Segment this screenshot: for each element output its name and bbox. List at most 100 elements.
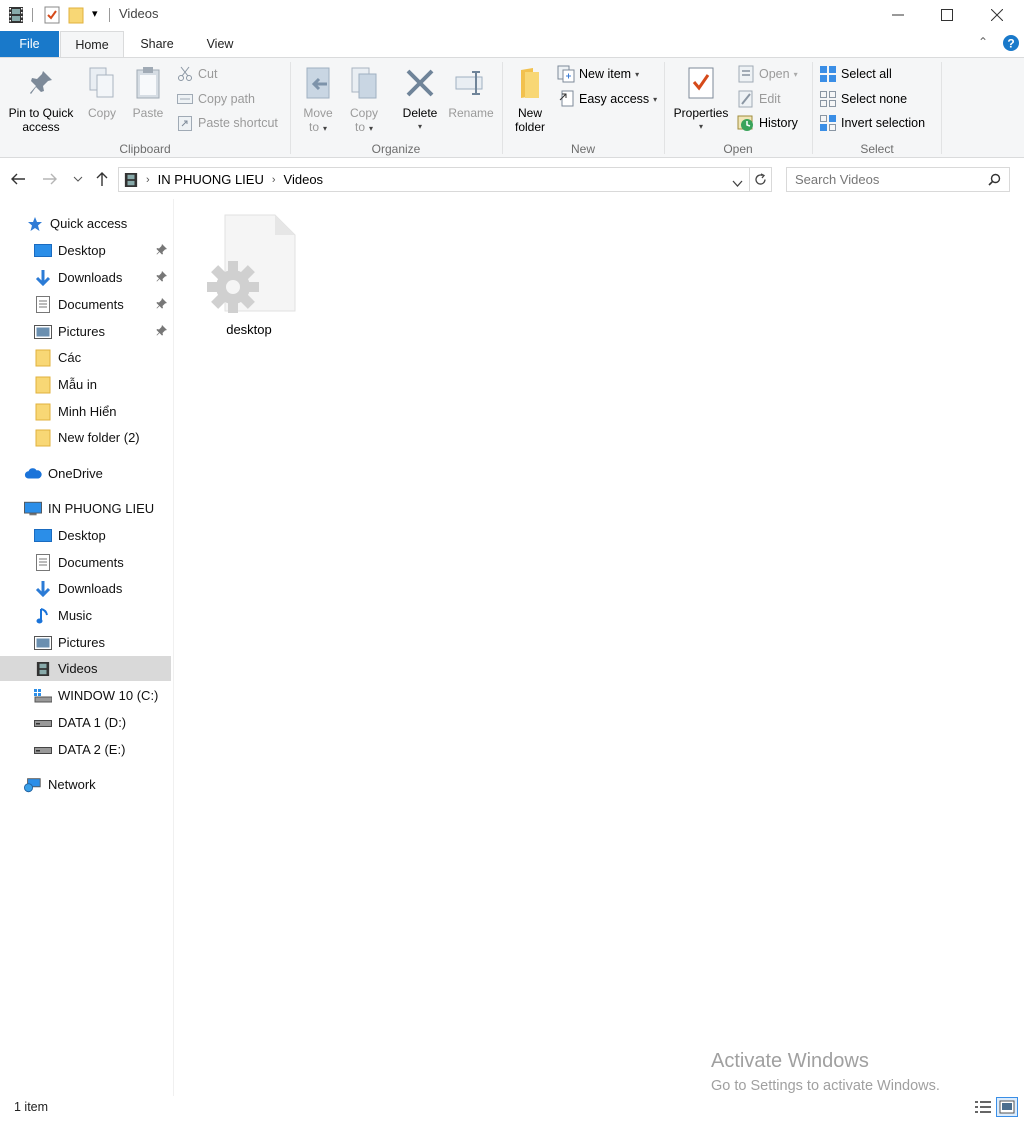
activate-windows-watermark-subtitle: Go to Settings to activate Windows. [711,1078,940,1094]
paste-shortcut-button[interactable]: Paste shortcut [176,113,278,133]
sidebar-item-new-folder-2[interactable]: New folder (2) [0,425,171,450]
select-group: Select all Select none Invert selection … [813,58,941,158]
edit-button[interactable]: Edit [737,89,781,109]
collapse-ribbon-icon[interactable]: ⌃ [978,35,988,49]
cut-label: Cut [198,67,218,81]
rename-button[interactable]: Rename [445,64,497,120]
tab-home[interactable]: Home [60,31,124,58]
sidebar-item-pictures[interactable]: Pictures [0,319,171,344]
sidebar-item-label: Videos [58,661,98,676]
sidebar-item-mau-in[interactable]: Mẫu in [0,372,171,397]
sidebar-item-cac[interactable]: Các [0,345,171,370]
folder-icon [34,349,52,367]
forward-button[interactable] [38,167,62,191]
address-bar[interactable]: › IN PHUONG LIEU › Videos [118,167,772,192]
up-button[interactable] [90,167,114,191]
group-divider [941,62,942,154]
tab-view[interactable]: View [192,31,248,57]
sidebar-item-minh-hien[interactable]: Minh Hiển [0,399,171,424]
sidebar-item-pc-pictures[interactable]: Pictures [0,630,171,655]
properties-label: Properties [673,106,729,120]
new-item-button[interactable]: New item ▾ [557,64,639,84]
sidebar-item-pc-desktop[interactable]: Desktop [0,523,171,548]
sidebar-item-onedrive[interactable]: OneDrive [0,461,171,486]
pin-to-quick-access-button[interactable]: Pin to Quick access [4,64,78,134]
cut-button[interactable]: Cut [176,64,217,84]
minimize-button[interactable] [873,0,923,30]
sidebar-item-this-pc[interactable]: IN PHUONG LIEU [0,496,171,521]
delete-button[interactable]: Delete ▾ [395,64,445,134]
sidebar-item-desktop[interactable]: Desktop [0,238,171,263]
breadcrumb-videos[interactable]: Videos [284,172,324,187]
desktop-icon [34,242,52,260]
clipboard-group: Pin to Quick access Copy Paste Cut Copy … [0,58,290,158]
sidebar-item-label: Documents [58,555,124,570]
star-icon [26,215,44,233]
new-group: New folder New item ▾ Easy access ▾ New [503,58,663,158]
video-folder-icon[interactable] [8,6,24,27]
copy-path-button[interactable]: Copy path [176,89,255,109]
address-history-chevron-icon[interactable] [732,175,743,190]
new-group-label: New [570,142,595,156]
invert-selection-button[interactable]: Invert selection [819,113,925,133]
copy-to-label-2: to [354,120,365,134]
properties-button[interactable]: Properties ▾ [669,64,733,134]
move-to-button[interactable]: Move to ▾ [297,64,339,136]
sidebar-item-quick-access[interactable]: Quick access [0,211,171,236]
help-icon[interactable]: ? [1003,35,1019,54]
sidebar-item-drive-c[interactable]: WINDOW 10 (C:) [0,683,171,708]
new-folder-icon[interactable] [68,6,84,27]
sidebar-item-label: Network [48,777,96,792]
copy-path-label: Copy path [198,92,255,106]
tab-share[interactable]: Share [128,31,186,57]
file-item-desktop[interactable]: desktop [191,213,307,337]
sidebar-item-drive-d[interactable]: DATA 1 (D:) [0,710,171,735]
sidebar-item-drive-e[interactable]: DATA 2 (E:) [0,737,171,762]
sidebar-item-pc-documents[interactable]: Documents [0,550,171,575]
customize-toolbar-icon[interactable]: ▾ [92,7,98,20]
breadcrumb-chevron-icon: › [146,173,150,186]
paste-button[interactable]: Paste [126,64,170,120]
paste-label: Paste [132,106,164,120]
sidebar-item-label: WINDOW 10 (C:) [58,688,159,703]
window-title: Videos [119,6,159,21]
history-button[interactable]: History [737,113,798,133]
copy-to-label-1: Copy [349,106,378,120]
open-group: Properties ▾ Open ▾ Edit History Open [665,58,811,158]
close-button[interactable] [972,0,1022,30]
edit-label: Edit [759,92,781,106]
scissors-icon [176,65,194,83]
details-view-button[interactable] [972,1097,994,1117]
sidebar-item-label: IN PHUONG LIEU [48,501,155,516]
large-icons-view-button[interactable] [996,1097,1018,1117]
sidebar-item-downloads[interactable]: Downloads [0,265,171,290]
divider [32,8,33,22]
new-folder-button[interactable]: New folder [507,64,553,134]
properties-check-icon[interactable] [44,6,60,27]
new-item-label: New item [579,67,632,81]
copy-to-button[interactable]: Copy to ▾ [343,64,385,136]
select-all-button[interactable]: Select all [819,64,892,84]
sidebar-item-pc-music[interactable]: Music [0,603,171,628]
sidebar-item-pc-downloads[interactable]: Downloads [0,576,171,601]
easy-access-button[interactable]: Easy access ▾ [557,89,657,109]
delete-x-icon [402,64,438,102]
windows-drive-icon [34,687,52,705]
sidebar-item-label: Các [58,350,82,365]
sidebar-item-pc-videos[interactable]: Videos [0,656,171,681]
tab-file[interactable]: File [0,31,59,57]
copy-to-icon [346,64,382,102]
copy-button[interactable]: Copy [80,64,124,120]
select-none-button[interactable]: Select none [819,89,907,109]
open-button[interactable]: Open ▾ [737,64,798,84]
search-input[interactable]: Search Videos [786,167,1010,192]
sidebar-item-network[interactable]: Network [0,772,171,797]
refresh-button[interactable] [749,168,771,191]
sidebar-item-documents[interactable]: Documents [0,292,171,317]
back-button[interactable] [6,167,30,191]
select-none-icon [819,90,837,108]
breadcrumb-pc[interactable]: IN PHUONG LIEU [158,172,264,187]
maximize-button[interactable] [922,0,972,30]
recent-locations-button[interactable] [66,167,90,191]
invert-selection-label: Invert selection [841,116,926,130]
